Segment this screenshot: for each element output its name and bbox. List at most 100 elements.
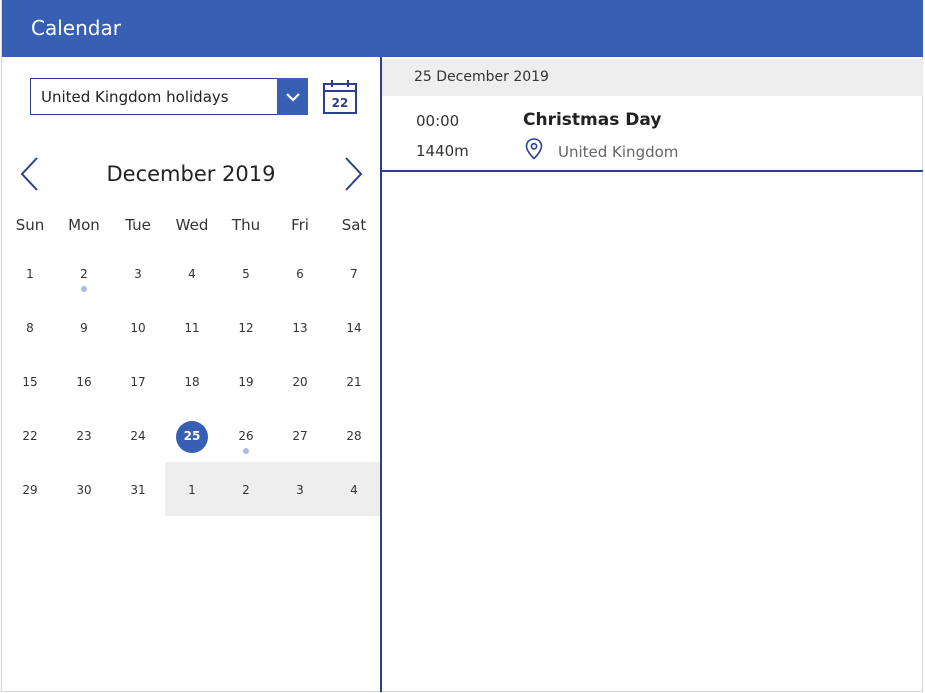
day-number: 28 <box>346 429 362 443</box>
day-number: 11 <box>184 321 200 335</box>
weekday-label: Tue <box>125 216 151 234</box>
event-time: 00:00 <box>416 112 460 130</box>
day-cell[interactable]: 12 <box>219 300 273 354</box>
calendar-app: Calendar United Kingdom holidays 22 Dece… <box>1 0 923 692</box>
selected-date-header: 25 December 2019 <box>382 59 923 96</box>
event-duration: 1440m <box>416 142 469 160</box>
day-cell[interactable]: 3 <box>111 246 165 300</box>
day-cell[interactable]: 26 <box>219 408 273 462</box>
day-cell[interactable]: 25 <box>165 408 219 462</box>
day-number: 3 <box>296 483 304 497</box>
day-number: 12 <box>238 321 254 335</box>
day-cell[interactable]: 18 <box>165 354 219 408</box>
day-cell[interactable]: 2 <box>219 462 273 516</box>
day-cell[interactable]: 14 <box>327 300 381 354</box>
day-number: 13 <box>292 321 308 335</box>
weekday-label: Thu <box>231 216 261 234</box>
chevron-down-icon <box>285 92 300 102</box>
day-number: 9 <box>80 321 88 335</box>
day-cell[interactable]: 15 <box>3 354 57 408</box>
month-grid: 1 2 3 4 5 6 7 8 9 10 11 12 13 14 15 16 17 18 19 20 21 22 23 24 2… <box>3 246 381 516</box>
event-location: United Kingdom <box>558 143 679 161</box>
location-pin-icon <box>525 138 543 160</box>
weekday-header-row: Sun Mon Tue Wed Thu Fri Sat <box>3 216 381 236</box>
day-cell[interactable]: 30 <box>57 462 111 516</box>
day-cell[interactable]: 17 <box>111 354 165 408</box>
day-number: 29 <box>22 483 38 497</box>
day-cell[interactable]: 28 <box>327 408 381 462</box>
day-cell[interactable]: 9 <box>57 300 111 354</box>
day-number: 6 <box>296 267 304 281</box>
weekday-label: Mon <box>68 216 100 234</box>
agenda-pane: 25 December 2019 00:00 1440m Christmas D… <box>382 57 923 691</box>
day-number: 10 <box>130 321 146 335</box>
day-cell[interactable]: 13 <box>273 300 327 354</box>
day-number: 14 <box>346 321 362 335</box>
day-number: 1 <box>26 267 34 281</box>
day-cell[interactable]: 3 <box>273 462 327 516</box>
day-cell[interactable]: 1 <box>165 462 219 516</box>
day-number: 5 <box>242 267 250 281</box>
day-cell[interactable]: 8 <box>3 300 57 354</box>
day-number: 22 <box>22 429 38 443</box>
day-cell[interactable]: 23 <box>57 408 111 462</box>
day-cell[interactable]: 4 <box>165 246 219 300</box>
day-number: 7 <box>350 267 358 281</box>
day-cell[interactable]: 24 <box>111 408 165 462</box>
day-cell[interactable]: 22 <box>3 408 57 462</box>
day-number: 16 <box>76 375 92 389</box>
day-number: 21 <box>346 375 362 389</box>
day-number: 4 <box>188 267 196 281</box>
calendar-select-dropdown[interactable]: United Kingdom holidays <box>30 78 308 115</box>
day-cell[interactable]: 10 <box>111 300 165 354</box>
day-number: 4 <box>350 483 358 497</box>
day-number: 1 <box>188 483 196 497</box>
day-cell[interactable]: 4 <box>327 462 381 516</box>
day-cell[interactable]: 16 <box>57 354 111 408</box>
day-number: 18 <box>184 375 200 389</box>
day-cell[interactable]: 31 <box>111 462 165 516</box>
next-month-button[interactable] <box>341 156 365 192</box>
day-cell[interactable]: 5 <box>219 246 273 300</box>
today-button[interactable]: 22 <box>322 79 358 115</box>
day-cell[interactable]: 11 <box>165 300 219 354</box>
selected-date-label: 25 December 2019 <box>414 69 549 85</box>
day-number: 2 <box>242 483 250 497</box>
month-pane: United Kingdom holidays 22 December 2019 <box>2 57 381 691</box>
day-number: 24 <box>130 429 146 443</box>
day-number: 19 <box>238 375 254 389</box>
event-title: Christmas Day <box>523 110 662 130</box>
day-number: 25 <box>183 429 201 443</box>
day-number: 8 <box>26 321 34 335</box>
day-number: 31 <box>130 483 146 497</box>
day-number: 3 <box>134 267 142 281</box>
event-dot <box>81 286 87 292</box>
day-cell[interactable]: 29 <box>3 462 57 516</box>
day-number: 23 <box>76 429 92 443</box>
weekday-label: Wed <box>175 216 209 234</box>
day-cell[interactable]: 27 <box>273 408 327 462</box>
day-cell[interactable]: 20 <box>273 354 327 408</box>
app-title: Calendar <box>31 16 121 40</box>
day-cell[interactable]: 2 <box>57 246 111 300</box>
day-cell[interactable]: 19 <box>219 354 273 408</box>
event-dot <box>243 448 249 454</box>
dropdown-arrow-button[interactable] <box>277 78 308 115</box>
weekday-label: Fri <box>291 216 309 234</box>
day-number: 2 <box>80 267 88 281</box>
day-number: 20 <box>292 375 308 389</box>
day-number: 27 <box>292 429 308 443</box>
day-cell[interactable]: 6 <box>273 246 327 300</box>
day-number: 17 <box>130 375 146 389</box>
weekday-label: Sun <box>15 216 45 234</box>
chevron-right-icon <box>345 157 363 191</box>
calendar-select-value: United Kingdom holidays <box>41 88 229 106</box>
weekday-label: Sat <box>341 216 367 234</box>
day-cell[interactable]: 7 <box>327 246 381 300</box>
day-cell[interactable]: 1 <box>3 246 57 300</box>
app-header: Calendar <box>2 0 923 57</box>
event-item[interactable]: 00:00 1440m Christmas Day United Kingdom <box>382 96 923 172</box>
month-label: December 2019 <box>106 162 276 186</box>
day-cell[interactable]: 21 <box>327 354 381 408</box>
today-icon-day: 22 <box>331 96 349 110</box>
